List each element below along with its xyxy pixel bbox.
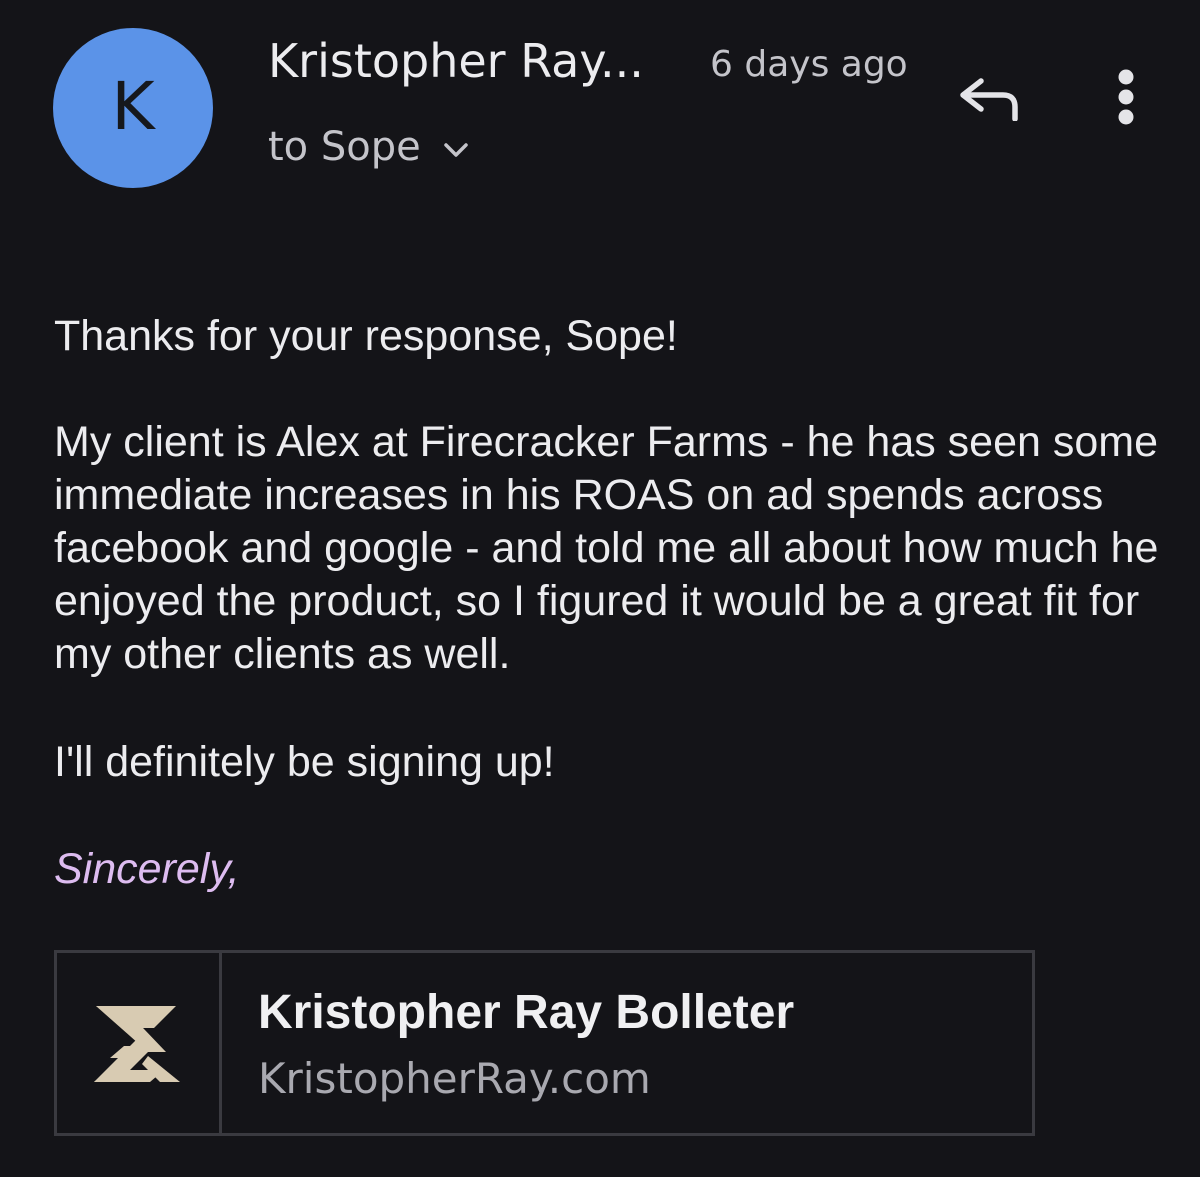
sender-avatar[interactable]: K: [53, 28, 213, 188]
signature-name: Kristopher Ray Bolleter: [258, 986, 795, 1039]
more-options-button[interactable]: [1100, 62, 1152, 132]
email-signature: Kristopher Ray Bolleter KristopherRay.co…: [54, 950, 1035, 1136]
message-greeting: Thanks for your response, Sope!: [54, 312, 678, 360]
message-signoff: Sincerely,: [54, 845, 240, 893]
recipient-toggle[interactable]: to Sope: [268, 124, 471, 170]
signature-logo: [57, 953, 222, 1133]
avatar-initial: K: [111, 68, 155, 145]
sender-name[interactable]: Kristopher Ray...: [268, 34, 644, 88]
message-paragraph: My client is Alex at Firecracker Farms -…: [54, 418, 1159, 678]
signature-details: Kristopher Ray Bolleter KristopherRay.co…: [222, 953, 794, 1133]
reply-button[interactable]: [950, 68, 1026, 128]
recipient-label: to Sope: [268, 124, 421, 170]
more-vertical-icon: [1118, 69, 1134, 125]
signature-website-link[interactable]: KristopherRay.com: [258, 1049, 794, 1109]
brand-logo-icon: [94, 1006, 180, 1082]
message-closing-line: I'll definitely be signing up!: [54, 738, 555, 786]
reply-icon: [960, 78, 1018, 121]
chevron-down-icon: [441, 137, 471, 163]
message-timestamp: 6 days ago: [710, 44, 908, 85]
